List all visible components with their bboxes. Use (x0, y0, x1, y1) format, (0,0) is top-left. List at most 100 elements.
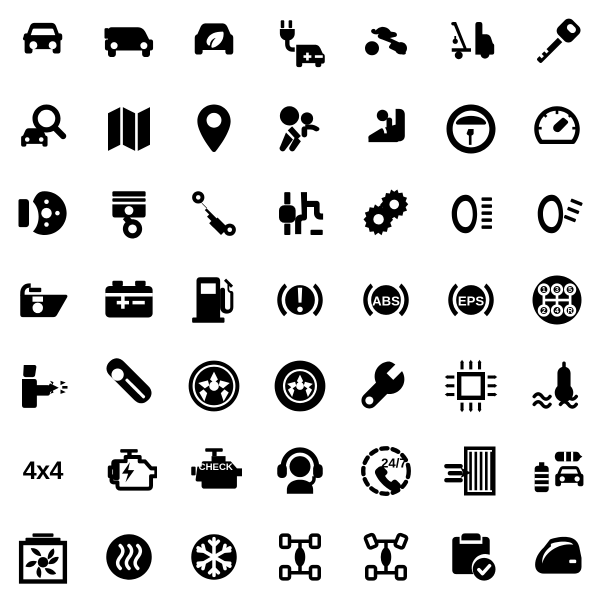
icon-cell[interactable] (257, 514, 343, 600)
seat-heater-icon (105, 534, 152, 580)
icon-cell[interactable] (257, 429, 343, 515)
map-icon (107, 106, 150, 151)
icon-cell[interactable] (514, 86, 600, 172)
speedometer-icon (534, 105, 580, 144)
icon-cell[interactable] (257, 86, 343, 172)
brake-warning-icon (277, 283, 323, 317)
icon-cell[interactable]: 4x4 (0, 429, 86, 515)
oil-can-icon (20, 283, 68, 318)
icon-cell[interactable] (171, 257, 257, 343)
eps-warning-icon: EPS (448, 283, 495, 317)
icon-cell[interactable] (86, 514, 172, 600)
icon-cell[interactable] (343, 343, 429, 429)
icon-cell[interactable] (171, 171, 257, 257)
gear-3-label: 3 (555, 287, 559, 294)
icon-cell[interactable] (171, 0, 257, 86)
icon-cell[interactable]: 24/7 (343, 429, 429, 515)
icon-cell[interactable] (429, 429, 515, 515)
high-beam-headlight-icon (537, 195, 583, 234)
steering-wheel-icon (446, 104, 496, 154)
icon-cell[interactable] (514, 171, 600, 257)
four-by-four-text-icon: 4x4 (22, 456, 64, 485)
car-search-icon (20, 104, 67, 147)
motorcycle-icon (364, 26, 407, 56)
support-headset-icon (277, 447, 323, 495)
icon-cell[interactable] (0, 343, 86, 429)
icon-cell[interactable] (171, 343, 257, 429)
icon-cell[interactable] (257, 343, 343, 429)
icon-cell[interactable] (86, 0, 172, 86)
icon-cell[interactable] (514, 0, 600, 86)
gears-icon (363, 189, 408, 236)
eps-label: EPS (458, 293, 484, 308)
icon-cell[interactable] (86, 429, 172, 515)
icon-cell[interactable] (171, 514, 257, 600)
spark-plug-icon (106, 357, 152, 403)
tire-wheel-icon (274, 360, 326, 412)
eco-car-leaf-icon (195, 23, 234, 55)
gear-2-label: 2 (542, 308, 546, 315)
inspection-checklist-icon (452, 533, 496, 581)
icon-cell[interactable] (429, 171, 515, 257)
icon-cell[interactable] (0, 0, 86, 86)
icon-cell[interactable] (514, 343, 600, 429)
icon-cell[interactable] (0, 514, 86, 600)
engine-power-icon (107, 449, 157, 492)
abs-label: ABS (372, 293, 400, 308)
icon-cell[interactable] (257, 0, 343, 86)
icon-cell[interactable] (86, 257, 172, 343)
wheel-alignment-icon (363, 532, 409, 581)
icon-cell[interactable] (429, 343, 515, 429)
icon-cell[interactable] (429, 0, 515, 86)
ecu-chip-icon (445, 359, 498, 412)
gear-1-label: 1 (542, 287, 546, 294)
icon-cell[interactable]: ABS (343, 257, 429, 343)
icon-cell[interactable] (429, 86, 515, 172)
child-car-seat-icon (368, 108, 405, 142)
car-key-icon (537, 18, 581, 63)
icon-cell[interactable]: 1 3 5 2 4 R (514, 257, 600, 343)
crankshaft-exhaust-icon (278, 192, 324, 236)
low-beam-headlight-icon (452, 195, 493, 234)
icon-cell[interactable] (514, 429, 600, 515)
air-filter-icon (444, 446, 496, 496)
fuel-pump-icon (192, 277, 234, 323)
car-charging-icon (278, 20, 325, 67)
shock-absorber-icon (192, 191, 237, 237)
chassis-rear-axle-icon (278, 533, 321, 581)
icon-cell[interactable] (257, 171, 343, 257)
icon-cell[interactable] (86, 171, 172, 257)
radiator-fan-icon (18, 533, 67, 584)
icon-cell[interactable] (86, 86, 172, 172)
map-pin-icon (197, 104, 231, 152)
coolant-temperature-icon (532, 361, 579, 409)
check-engine-icon: CHECK (191, 448, 243, 490)
icon-cell[interactable] (343, 86, 429, 172)
icon-cell[interactable] (514, 514, 600, 600)
brake-disc-icon (18, 191, 67, 236)
tow-truck-icon (451, 21, 495, 60)
gear-4-label: 4 (555, 308, 559, 315)
icon-cell[interactable] (343, 171, 429, 257)
electric-car-plug-icon (104, 27, 153, 57)
icon-cell[interactable] (429, 514, 515, 600)
twenty-four-seven-label: 24/7 (381, 456, 407, 471)
spray-gun-icon (21, 364, 68, 408)
icon-cell[interactable] (343, 0, 429, 86)
icon-cell[interactable] (257, 257, 343, 343)
icon-grid: ABS EPS 1 3 5 2 4 R 4x4 CHECK 24/7 (0, 0, 600, 600)
icon-cell[interactable] (86, 343, 172, 429)
icon-cell[interactable] (0, 86, 86, 172)
icon-cell[interactable]: CHECK (171, 429, 257, 515)
car-door-icon (535, 536, 582, 574)
car-front-icon (22, 22, 63, 54)
gear-5-label: 5 (568, 287, 572, 294)
icon-cell[interactable] (343, 514, 429, 600)
gear-r-label: R (568, 308, 573, 315)
abs-warning-icon: ABS (362, 283, 409, 317)
icon-cell[interactable] (171, 86, 257, 172)
icon-cell[interactable]: EPS (429, 257, 515, 343)
twenty-four-seven-icon: 24/7 (360, 446, 411, 497)
icon-cell[interactable] (0, 171, 86, 257)
icon-cell[interactable] (0, 257, 86, 343)
